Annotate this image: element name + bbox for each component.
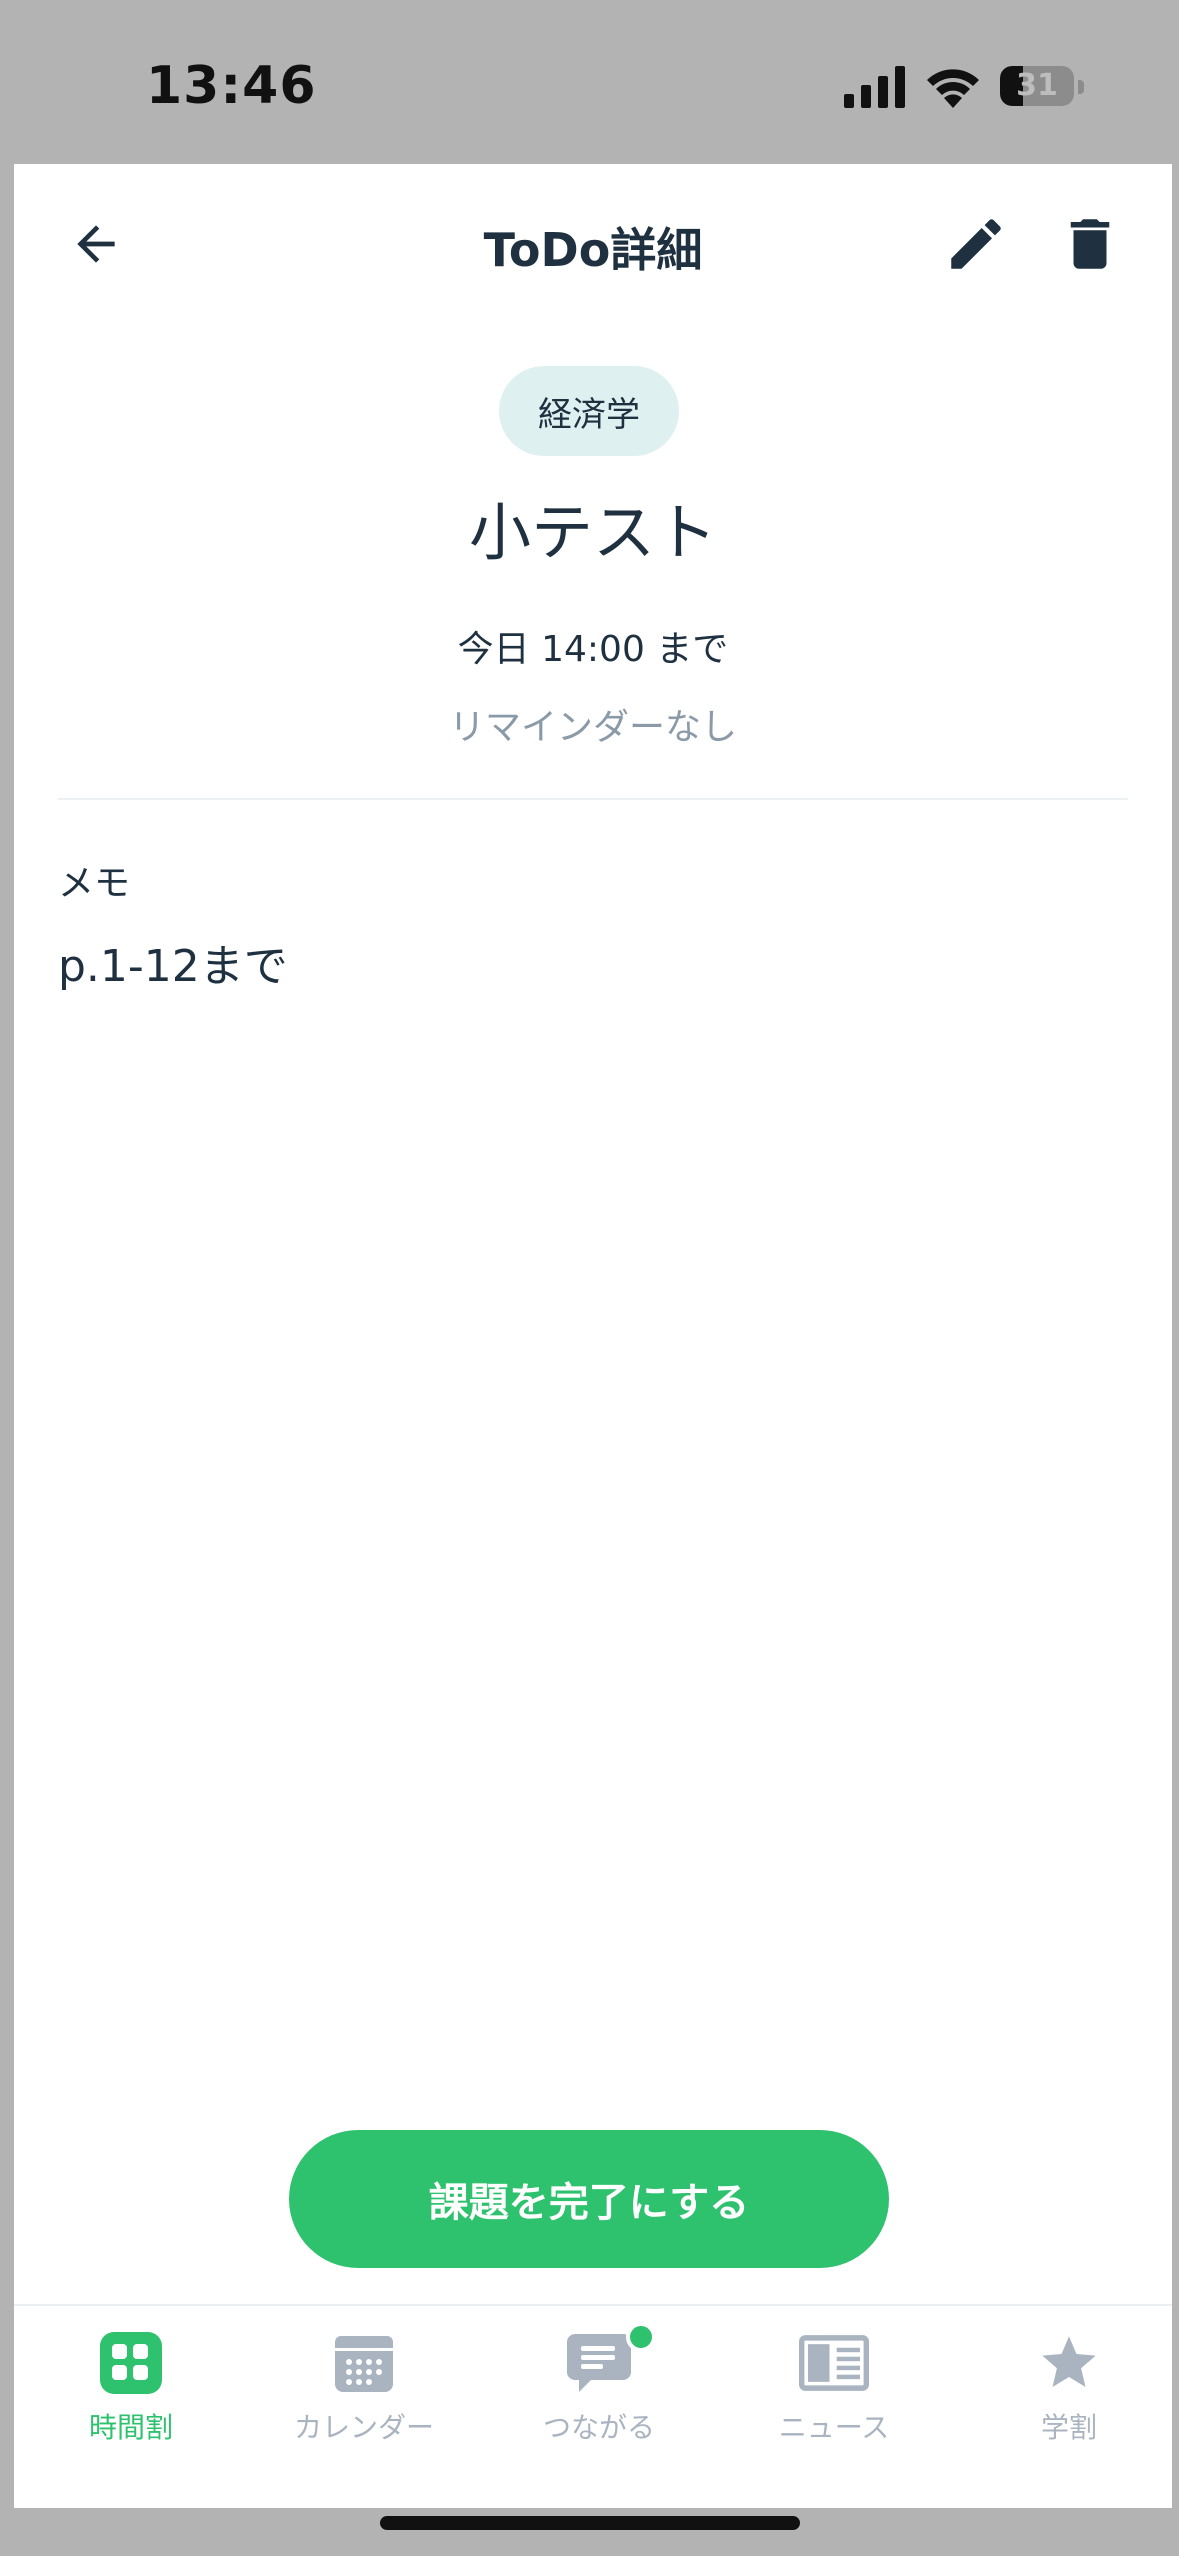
tab-timetable[interactable]: 時間割 xyxy=(31,2306,231,2466)
complete-task-button[interactable]: 課題を完了にする xyxy=(289,2130,889,2268)
divider xyxy=(58,798,1128,800)
tab-news[interactable]: ニュース xyxy=(734,2306,934,2466)
reminder-text: リマインダーなし xyxy=(448,707,737,748)
tab-label: 時間割 xyxy=(88,2411,173,2444)
tab-bar: 時間割 カレンダー つながる ニュース 学割 xyxy=(14,2306,1172,2466)
news-icon xyxy=(799,2330,869,2396)
delete-button[interactable] xyxy=(1050,204,1130,284)
todo-detail-screen: ToDo詳細 経済学 小テスト 今日 14:00 まで リマインダーなし メモ … xyxy=(14,164,1172,2508)
wifi-icon xyxy=(927,69,979,108)
subject-tag: 経済学 xyxy=(499,366,679,456)
chat-icon xyxy=(564,2322,656,2396)
edit-button[interactable] xyxy=(936,204,1016,284)
task-title: 小テスト xyxy=(468,496,717,569)
tab-discount[interactable]: 学割 xyxy=(969,2306,1169,2466)
battery-icon: 31 xyxy=(1000,66,1074,106)
tab-label: 学割 xyxy=(1040,2411,1097,2444)
status-bar: 13:46 31 xyxy=(0,0,1179,164)
trash-icon xyxy=(1070,219,1110,269)
tab-label: カレンダー xyxy=(293,2411,434,2444)
tab-label: ニュース xyxy=(778,2411,890,2444)
pencil-icon xyxy=(951,219,1001,269)
header: ToDo詳細 xyxy=(14,164,1172,324)
tab-calendar[interactable]: カレンダー xyxy=(264,2306,464,2466)
tab-label: つながる xyxy=(542,2411,655,2444)
tab-connect[interactable]: つながる xyxy=(499,2306,699,2466)
signal-icon xyxy=(844,66,905,108)
memo-body: p.1-12まで xyxy=(58,941,288,992)
battery-level: 31 xyxy=(1016,68,1058,103)
memo-label: メモ xyxy=(58,863,131,904)
notification-badge xyxy=(626,2322,656,2352)
star-icon xyxy=(1034,2330,1104,2396)
calendar-icon xyxy=(329,2330,399,2396)
home-indicator xyxy=(380,2516,800,2530)
deadline-text: 今日 14:00 まで xyxy=(457,629,729,670)
battery-cap xyxy=(1078,80,1084,94)
status-time: 13:46 xyxy=(146,56,317,116)
timetable-icon xyxy=(96,2330,166,2396)
